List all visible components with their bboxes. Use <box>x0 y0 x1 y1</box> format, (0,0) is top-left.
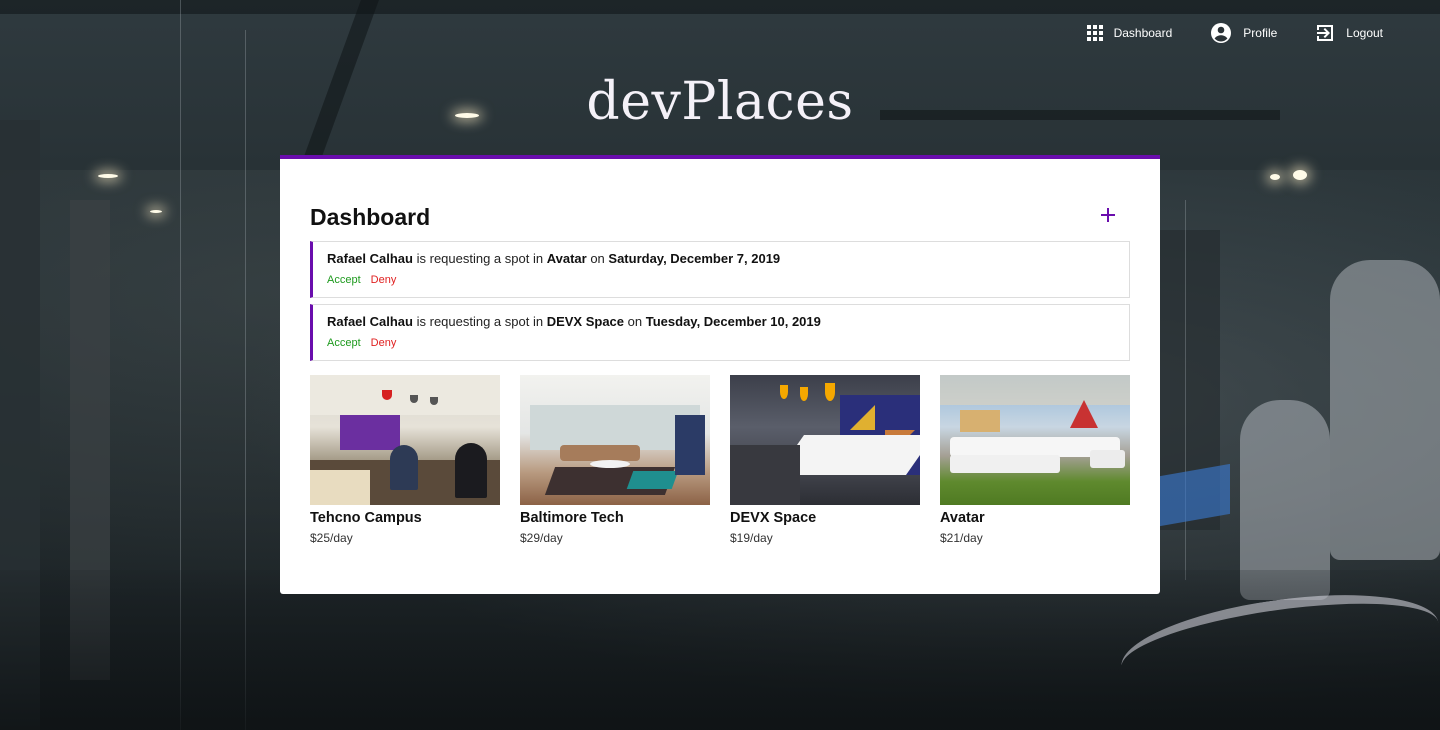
spot-card[interactable]: Baltimore Tech $29/day <box>520 375 710 545</box>
spot-thumbnail[interactable] <box>520 375 710 505</box>
nav-profile-label: Profile <box>1243 26 1278 40</box>
spot-price: $29/day <box>520 531 563 545</box>
plus-icon <box>1100 207 1116 228</box>
booking-request: Rafael Calhau is requesting a spot in Av… <box>310 241 1130 298</box>
logout-icon <box>1315 23 1335 43</box>
booking-request: Rafael Calhau is requesting a spot in DE… <box>310 304 1130 361</box>
request-on-text: on <box>627 314 643 329</box>
spot-name[interactable]: Tehcno Campus <box>310 510 500 526</box>
request-middle-text: is requesting a spot in <box>416 251 544 266</box>
ceiling-light <box>1270 174 1280 180</box>
booking-requests: Rafael Calhau is requesting a spot in Av… <box>310 241 1130 361</box>
person-silhouette <box>1330 260 1440 560</box>
request-on-text: on <box>590 251 605 266</box>
ceiling-beam <box>0 0 1440 14</box>
spot-name[interactable]: Avatar <box>940 510 1130 526</box>
request-place: Avatar <box>546 251 587 266</box>
spot-thumbnail[interactable] <box>730 375 920 505</box>
nav-profile[interactable]: Profile <box>1210 22 1277 44</box>
nav-dashboard[interactable]: Dashboard <box>1086 25 1173 41</box>
nav-logout-label: Logout <box>1346 26 1383 40</box>
spot-price: $25/day <box>310 531 353 545</box>
account-circle-icon <box>1210 22 1232 44</box>
spot-price: $21/day <box>940 531 983 545</box>
top-navigation: Dashboard Profile Logout <box>1086 22 1383 44</box>
deny-button[interactable]: Deny <box>371 274 397 286</box>
spot-card[interactable]: Avatar $21/day <box>940 375 1130 545</box>
accept-button[interactable]: Accept <box>327 337 361 349</box>
glass-partition <box>1185 200 1186 580</box>
ceiling-light <box>1293 170 1307 180</box>
ceiling-light <box>98 174 118 178</box>
dashboard-header: Dashboard <box>310 199 1130 235</box>
add-spot-button[interactable] <box>1096 205 1120 229</box>
spot-thumbnail[interactable] <box>940 375 1130 505</box>
request-middle-text: is requesting a spot in <box>416 314 544 329</box>
page-title: Dashboard <box>310 203 431 230</box>
spot-name[interactable]: DEVX Space <box>730 510 920 526</box>
request-place: DEVX Space <box>546 314 625 329</box>
nav-logout[interactable]: Logout <box>1315 23 1383 43</box>
spot-list: Tehcno Campus $25/day Baltimore Tech $29… <box>310 375 1130 545</box>
spot-card[interactable]: Tehcno Campus $25/day <box>310 375 500 545</box>
nav-dashboard-label: Dashboard <box>1113 26 1173 40</box>
request-text: Rafael Calhau is requesting a spot in DE… <box>327 314 1114 330</box>
request-user: Rafael Calhau <box>327 251 413 266</box>
request-text: Rafael Calhau is requesting a spot in Av… <box>327 251 1114 267</box>
request-user: Rafael Calhau <box>327 314 413 329</box>
app-logo[interactable]: devPlaces <box>0 72 1440 132</box>
request-actions: Accept Deny <box>327 274 1114 286</box>
grid-icon <box>1086 25 1103 41</box>
spot-name[interactable]: Baltimore Tech <box>520 510 710 526</box>
spot-card[interactable]: DEVX Space $19/day <box>730 375 920 545</box>
request-date: Tuesday, December 10, 2019 <box>645 314 821 329</box>
spot-price: $19/day <box>730 531 773 545</box>
request-actions: Accept Deny <box>327 337 1114 349</box>
accept-button[interactable]: Accept <box>327 274 361 286</box>
spot-thumbnail[interactable] <box>310 375 500 505</box>
deny-button[interactable]: Deny <box>371 337 397 349</box>
dashboard-card: Dashboard Rafael Calhau is requesting a … <box>280 155 1160 594</box>
ceiling-light <box>150 210 162 213</box>
request-date: Saturday, December 7, 2019 <box>608 251 781 266</box>
